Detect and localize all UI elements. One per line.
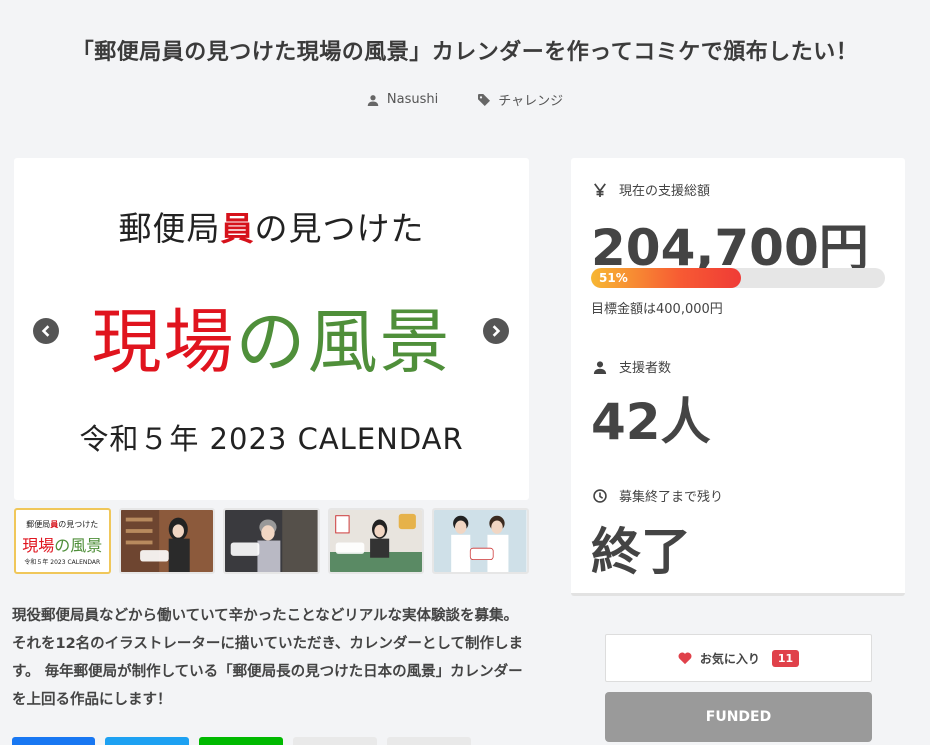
remaining-value: 終了 (591, 523, 691, 581)
remaining-label: 募集終了まで残り (593, 486, 723, 505)
heart-icon (678, 652, 692, 665)
share-embed-button[interactable] (387, 737, 471, 745)
illustration-image (329, 510, 423, 572)
hero-line3: 令和５年 2023 CALENDAR (79, 422, 464, 456)
thumbnail-2[interactable] (118, 508, 216, 574)
chevron-left-icon (41, 325, 50, 337)
thumb-title-line2: 現場の風景 (22, 536, 103, 555)
hero-line2: 現場の風景 (91, 301, 452, 383)
thumbnail-5[interactable] (432, 508, 529, 574)
project-description: 現役郵便局員などから働いていて辛かったことなどリアルな実体験談を募集。 それを1… (12, 608, 524, 708)
favorite-count-badge: 11 (771, 649, 800, 667)
illustration-image (120, 510, 214, 572)
thumbnail-1[interactable]: 郵便局員の見つけた 現場の風景 令和５年 2023 CALENDAR (14, 508, 111, 574)
user-icon (593, 360, 607, 374)
share-buttons (12, 737, 471, 745)
clock-icon (593, 488, 607, 503)
funding-label: 現在の支援総額 (593, 180, 710, 199)
funding-stats-card: 現在の支援総額 204,700円 51% 目標金額は400,000円 支援者数 … (571, 158, 905, 596)
tag-icon (478, 93, 491, 106)
category-name: チャレンジ (498, 94, 564, 109)
category-link[interactable]: チャレンジ (478, 90, 563, 109)
author-name: Nasushi (386, 92, 439, 107)
thumbnail-3[interactable] (223, 508, 320, 574)
backers-count: 42人 (591, 393, 711, 451)
project-meta: Nasushi チャレンジ (0, 90, 930, 109)
hero-image: 郵便局員の見つけた 現場の風景 令和５年 2023 CALENDAR (14, 158, 529, 500)
author-link[interactable]: Nasushi (367, 90, 438, 109)
goal-amount: 目標金額は400,000円 (591, 302, 723, 317)
thumbnail-strip: 郵便局員の見つけた 現場の風景 令和５年 2023 CALENDAR (14, 508, 529, 576)
share-facebook-button[interactable] (12, 737, 95, 745)
funded-button: FUNDED (605, 692, 872, 742)
chevron-right-icon (492, 325, 501, 337)
thumb-title-line3: 令和５年 2023 CALENDAR (24, 559, 101, 566)
share-line-button[interactable] (199, 737, 283, 745)
illustration-image (225, 510, 318, 572)
share-copy-button[interactable] (293, 737, 377, 745)
thumb-title-line1: 郵便局員の見つけた (26, 520, 99, 529)
next-slide-button[interactable] (483, 318, 509, 344)
hero-line1: 郵便局員の見つけた (118, 209, 425, 248)
favorite-button[interactable]: お気に入り 11 (605, 634, 872, 682)
favorite-label: お気に入り (699, 651, 760, 666)
thumbnail-4[interactable] (327, 508, 425, 574)
funding-progress-bar: 51% (591, 268, 885, 288)
progress-fill: 51% (591, 268, 741, 288)
share-twitter-button[interactable] (105, 737, 189, 745)
prev-slide-button[interactable] (33, 318, 59, 344)
user-icon (367, 94, 379, 106)
backers-label: 支援者数 (593, 357, 671, 376)
illustration-image (434, 510, 527, 572)
yen-icon (594, 182, 606, 197)
project-title: 「郵便局員の見つけた現場の風景」カレンダーを作ってコミケで頒布したい！ (71, 40, 859, 65)
